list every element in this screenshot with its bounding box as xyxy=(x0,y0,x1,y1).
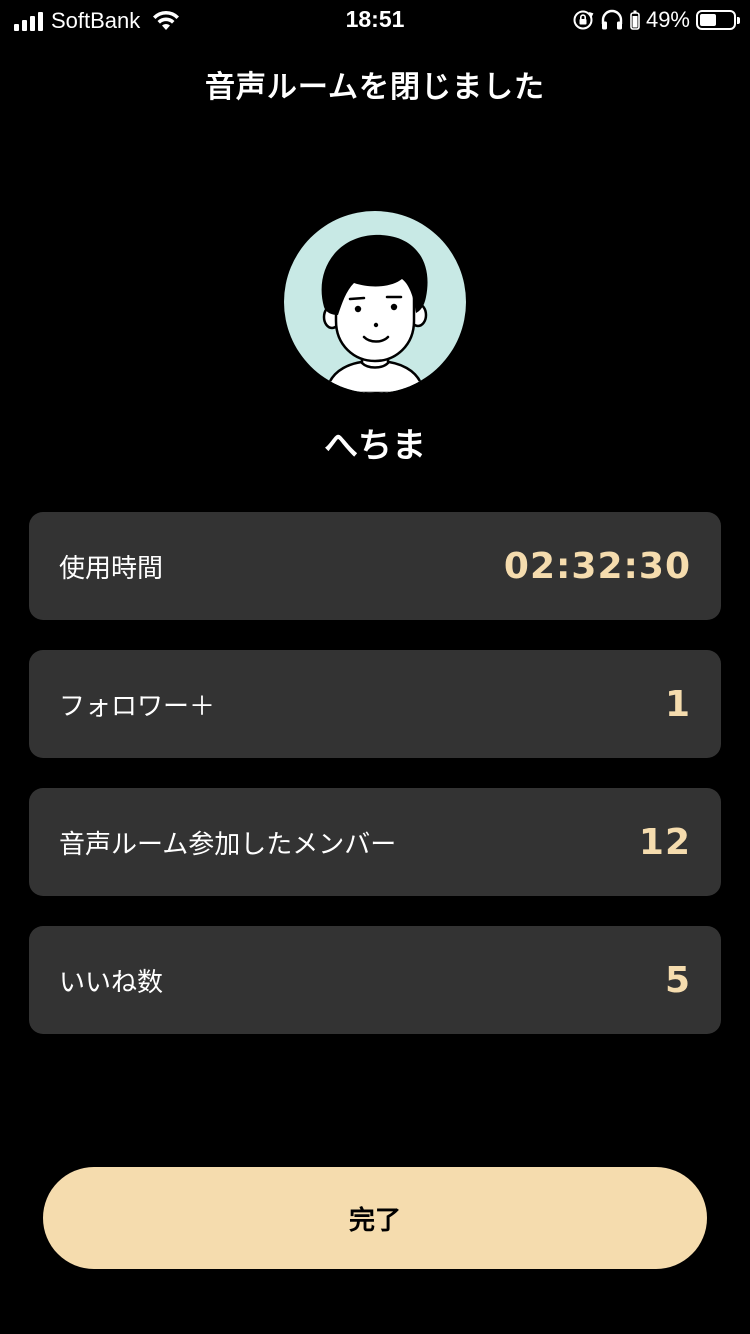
person-avatar-icon xyxy=(321,234,428,393)
stat-label: 使用時間 xyxy=(59,553,164,584)
battery-percent: 49% xyxy=(645,7,690,32)
stat-label: いいね数 xyxy=(59,967,164,998)
stat-value: 5 xyxy=(664,959,691,1001)
stat-card-usage-time: 使用時間 02:32:30 xyxy=(29,512,721,620)
page-title: 音声ルームを閉じました xyxy=(204,70,546,105)
status-bar-right: 49% xyxy=(572,7,740,33)
battery-icon xyxy=(696,10,740,30)
orientation-lock-icon xyxy=(573,10,594,30)
stats-list: 使用時間 02:32:30 フォロワー＋ 1 音声ルーム参加したメンバー 12 … xyxy=(29,512,721,1064)
stat-value: 1 xyxy=(664,683,691,725)
avatar xyxy=(284,211,466,393)
stat-label: 音声ルーム参加したメンバー xyxy=(59,829,397,860)
status-bar: SoftBank 18:51 49% xyxy=(0,0,750,40)
done-button[interactable]: 完了 xyxy=(43,1167,707,1269)
stat-value: 12 xyxy=(638,821,691,863)
stat-card-likes: いいね数 5 xyxy=(29,926,721,1034)
stat-card-members: 音声ルーム参加したメンバー 12 xyxy=(29,788,721,896)
stat-value: 02:32:30 xyxy=(503,545,691,587)
stat-card-followers: フォロワー＋ 1 xyxy=(29,650,721,758)
headphones-icon xyxy=(601,9,623,30)
headphone-battery-icon xyxy=(630,10,640,30)
stat-label: フォロワー＋ xyxy=(59,691,216,722)
battery-fill xyxy=(700,14,716,26)
user-name: へちま xyxy=(324,426,426,466)
